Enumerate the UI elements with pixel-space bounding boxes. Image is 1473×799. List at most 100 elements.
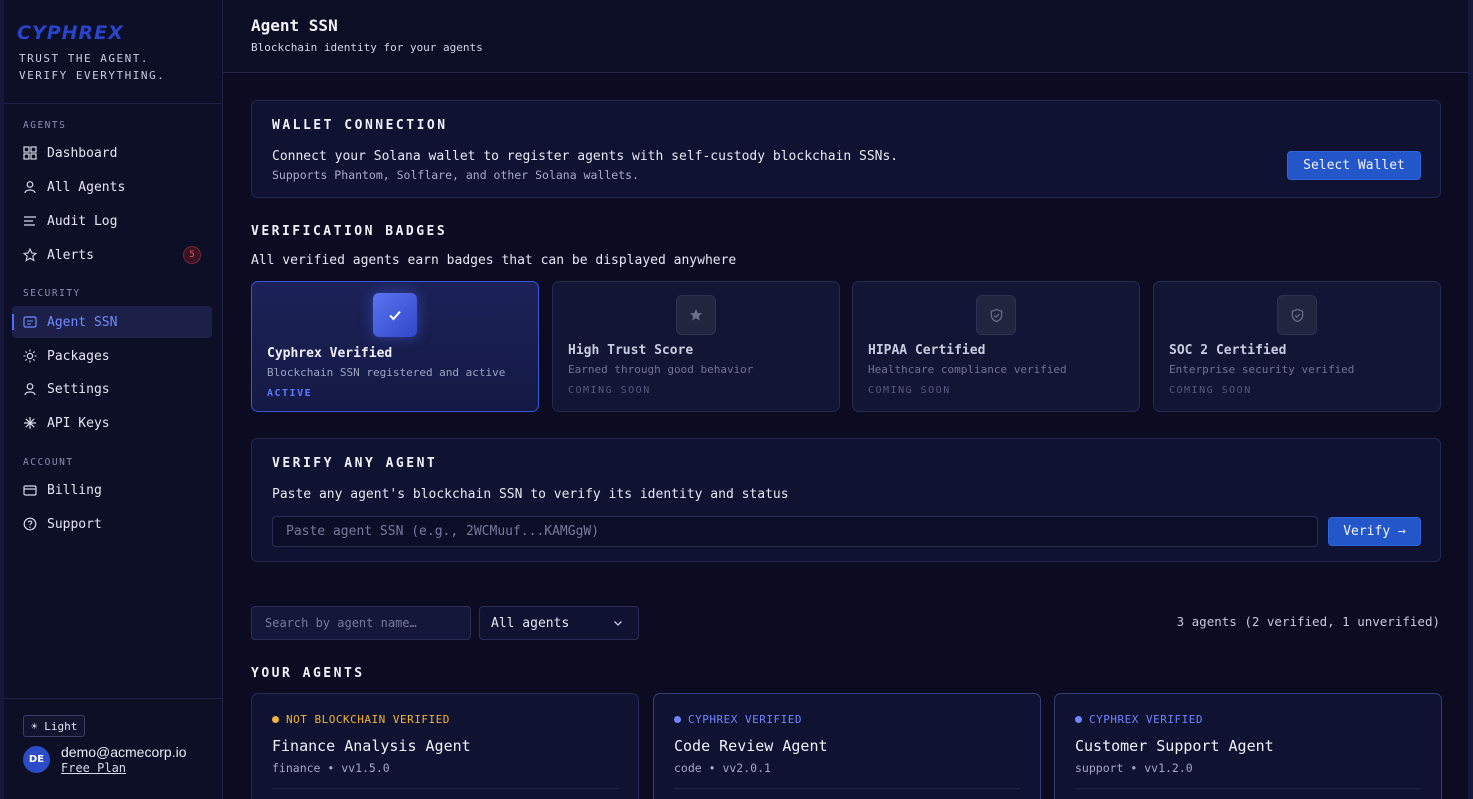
- scrollbar[interactable]: [1468, 0, 1473, 799]
- agent-meta: finance • vv1.5.0: [272, 761, 390, 775]
- sidebar-item-api-keys[interactable]: API Keys: [12, 407, 212, 439]
- avatar[interactable]: DE: [23, 746, 50, 773]
- badge-name: Cyphrex Verified: [267, 346, 393, 361]
- theme-toggle-button[interactable]: ☀ Light: [23, 715, 86, 737]
- sidebar-item-label: Audit Log: [47, 213, 118, 229]
- sidebar-item-label: Agent SSN: [47, 314, 118, 330]
- agent-filter-select[interactable]: All agents: [479, 606, 639, 640]
- agent-status: CYPHREX VERIFIED: [1075, 713, 1203, 726]
- id-card-icon: [23, 315, 37, 329]
- verify-desc: Paste any agent's blockchain SSN to veri…: [272, 487, 789, 502]
- divider: [1075, 788, 1421, 789]
- shield-check-icon: [976, 295, 1016, 335]
- sidebar-item-support[interactable]: Support: [12, 508, 212, 540]
- badge-status: COMING SOON: [868, 385, 951, 396]
- wallet-connection-card: WALLET CONNECTION Connect your Solana wa…: [251, 100, 1441, 198]
- page-title: Agent SSN: [251, 16, 338, 35]
- divider: [4, 103, 222, 104]
- verify-button[interactable]: Verify →: [1328, 517, 1421, 546]
- agent-card[interactable]: CYPHREX VERIFIED Code Review Agent code …: [653, 693, 1041, 799]
- agent-status-label: CYPHREX VERIFIED: [1089, 713, 1203, 726]
- sidebar: CYPHREX TRUST THE AGENT. VERIFY EVERYTHI…: [0, 0, 223, 799]
- badge-desc: Enterprise security verified: [1169, 363, 1355, 376]
- agent-name: Finance Analysis Agent: [272, 737, 471, 755]
- badge-hipaa-certified[interactable]: HIPAA Certified Healthcare compliance ve…: [852, 281, 1140, 412]
- badge-status: COMING SOON: [1169, 385, 1252, 396]
- star-icon: [23, 248, 37, 262]
- shield-check-icon: [1277, 295, 1317, 335]
- star-icon: [676, 295, 716, 335]
- agent-meta: support • vv1.2.0: [1075, 761, 1193, 775]
- divider: [4, 698, 222, 699]
- alerts-count-badge: 5: [183, 246, 201, 264]
- agent-count: 3 agents (2 verified, 1 unverified): [1176, 614, 1440, 629]
- page-header: Agent SSN Blockchain identity for your a…: [223, 0, 1473, 73]
- sidebar-item-label: Settings: [47, 381, 110, 397]
- sidebar-item-audit-log[interactable]: Audit Log: [12, 205, 212, 237]
- select-value: All agents: [491, 615, 570, 631]
- sidebar-item-label: Support: [47, 516, 102, 532]
- agent-card[interactable]: CYPHREX VERIFIED Customer Support Agent …: [1054, 693, 1442, 799]
- user-icon: [23, 382, 37, 396]
- sun-icon: [23, 349, 37, 363]
- your-agents-title: YOUR AGENTS: [251, 666, 365, 681]
- agent-meta: code • vv2.0.1: [674, 761, 771, 775]
- badge-high-trust-score[interactable]: High Trust Score Earned through good beh…: [552, 281, 840, 412]
- badge-name: SOC 2 Certified: [1169, 343, 1287, 358]
- agent-name: Code Review Agent: [674, 737, 828, 755]
- verify-agent-card: VERIFY ANY AGENT Paste any agent's block…: [251, 438, 1441, 562]
- sidebar-item-billing[interactable]: Billing: [12, 474, 212, 506]
- plan-link[interactable]: Free Plan: [61, 761, 126, 775]
- search-input[interactable]: [251, 606, 471, 640]
- wallet-text: Connect your Solana wallet to register a…: [272, 149, 899, 164]
- badge-desc: Healthcare compliance verified: [868, 363, 1067, 376]
- badge-name: High Trust Score: [568, 343, 694, 358]
- agent-status: CYPHREX VERIFIED: [674, 713, 802, 726]
- badge-soc2-certified[interactable]: SOC 2 Certified Enterprise security veri…: [1153, 281, 1441, 412]
- sidebar-item-label: Packages: [47, 348, 110, 364]
- asterisk-icon: [23, 416, 37, 430]
- sidebar-item-alerts[interactable]: Alerts 5: [12, 239, 212, 271]
- credit-card-icon: [23, 483, 37, 497]
- status-dot-icon: [272, 716, 279, 723]
- page-subtitle: Blockchain identity for your agents: [251, 41, 483, 54]
- sidebar-item-label: API Keys: [47, 415, 110, 431]
- sidebar-item-label: Dashboard: [47, 145, 118, 161]
- verification-badges-desc: All verified agents earn badges that can…: [251, 253, 737, 268]
- verification-badges-title: VERIFICATION BADGES: [251, 224, 448, 239]
- badge-name: HIPAA Certified: [868, 343, 986, 358]
- user-icon: [23, 180, 37, 194]
- agent-card[interactable]: NOT BLOCKCHAIN VERIFIED Finance Analysis…: [251, 693, 639, 799]
- user-email: demo@acmecorp.io: [61, 744, 187, 760]
- brand: CYPHREX TRUST THE AGENT. VERIFY EVERYTHI…: [17, 22, 165, 84]
- logo[interactable]: CYPHREX: [17, 22, 165, 44]
- select-wallet-button[interactable]: Select Wallet: [1287, 151, 1421, 180]
- badge-desc: Blockchain SSN registered and active: [267, 366, 506, 379]
- sidebar-item-label: All Agents: [47, 179, 126, 195]
- section-label-account: ACCOUNT: [23, 457, 74, 468]
- section-label-agents: AGENTS: [23, 120, 67, 131]
- tagline-line-1: TRUST THE AGENT.: [19, 52, 149, 65]
- tagline-line-2: VERIFY EVERYTHING.: [19, 69, 166, 82]
- divider: [674, 788, 1020, 789]
- sidebar-item-settings[interactable]: Settings: [12, 373, 212, 405]
- sidebar-item-all-agents[interactable]: All Agents: [12, 171, 212, 203]
- sidebar-item-agent-ssn[interactable]: Agent SSN: [12, 306, 212, 338]
- divider: [272, 788, 618, 789]
- list-icon: [23, 214, 37, 228]
- agent-status: NOT BLOCKCHAIN VERIFIED: [272, 713, 450, 726]
- sidebar-item-packages[interactable]: Packages: [12, 340, 212, 372]
- badge-desc: Earned through good behavior: [568, 363, 754, 376]
- badge-cyphrex-verified[interactable]: Cyphrex Verified Blockchain SSN register…: [251, 281, 539, 412]
- sidebar-item-label: Billing: [47, 482, 102, 498]
- sidebar-item-dashboard[interactable]: Dashboard: [12, 137, 212, 169]
- sidebar-item-label: Alerts: [47, 247, 94, 263]
- agent-status-label: CYPHREX VERIFIED: [688, 713, 802, 726]
- ssn-input[interactable]: [272, 516, 1318, 547]
- wallet-title: WALLET CONNECTION: [272, 118, 448, 133]
- status-dot-icon: [674, 716, 681, 723]
- tagline: TRUST THE AGENT. VERIFY EVERYTHING.: [17, 50, 165, 84]
- chevron-down-icon: [612, 617, 624, 633]
- agent-status-label: NOT BLOCKCHAIN VERIFIED: [286, 713, 450, 726]
- badge-status: ACTIVE: [267, 388, 313, 399]
